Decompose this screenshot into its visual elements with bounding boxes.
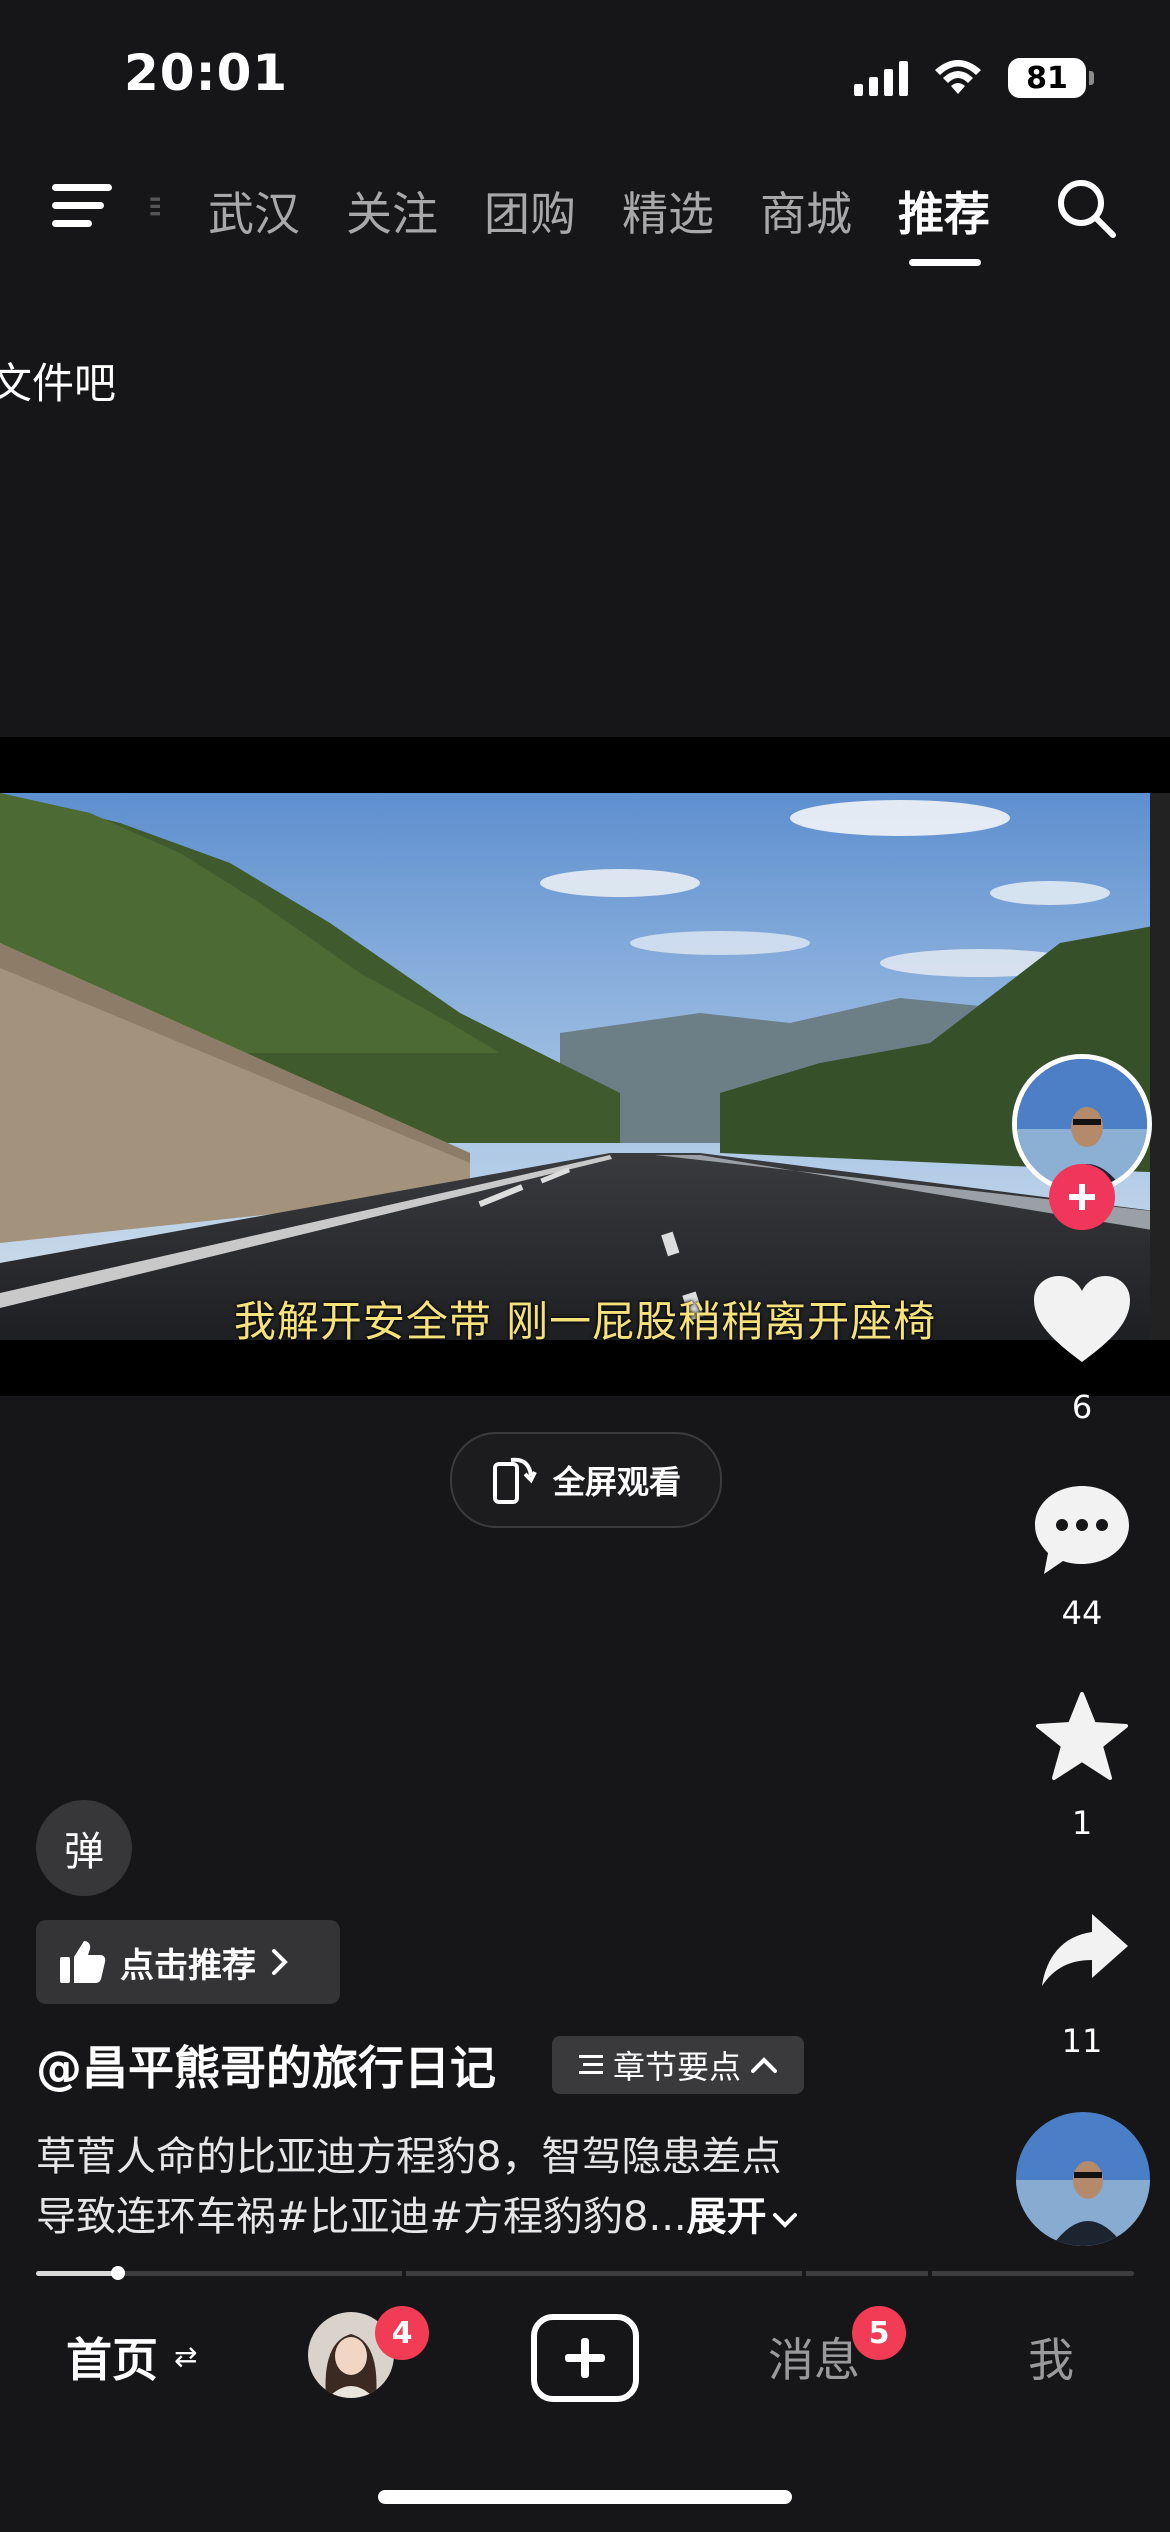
like-count: 6 bbox=[1071, 1388, 1093, 1426]
expand-button[interactable]: 展开 bbox=[687, 2194, 767, 2240]
author-name[interactable]: @昌平熊哥的旅行日记 bbox=[36, 2032, 496, 2098]
danmaku-toggle-button[interactable]: 弹 bbox=[36, 1800, 132, 1896]
chapter-divider bbox=[402, 2271, 406, 2276]
active-tab-indicator bbox=[909, 259, 981, 266]
road-scene-image bbox=[0, 793, 1170, 1340]
home-indicator bbox=[378, 2490, 792, 2504]
video-frame[interactable] bbox=[0, 793, 1170, 1340]
video-progress-bar[interactable] bbox=[36, 2271, 1134, 2276]
battery-level: 81 bbox=[1026, 60, 1068, 96]
tab-mall[interactable]: 商城 bbox=[760, 178, 852, 244]
recommend-button[interactable]: 点击推荐 bbox=[36, 1920, 340, 2004]
friends-badge: 4 bbox=[375, 2306, 429, 2360]
description-text: 导致连环车祸#比亚迪#方程豹豹8... bbox=[36, 2194, 687, 2240]
fullscreen-label: 全屏观看 bbox=[552, 1463, 681, 1501]
follow-button[interactable] bbox=[1049, 1164, 1115, 1230]
music-disc-avatar[interactable] bbox=[1016, 2112, 1150, 2246]
thumbs-up-icon bbox=[60, 1941, 106, 1983]
plus-icon bbox=[565, 2338, 605, 2378]
tab-recommend[interactable]: 推荐 bbox=[898, 178, 990, 244]
nav-messages[interactable]: 消息 bbox=[768, 2324, 860, 2390]
messages-badge: 5 bbox=[852, 2306, 906, 2360]
status-indicators: 81 bbox=[854, 54, 1094, 102]
rotate-screen-icon bbox=[492, 1457, 537, 1504]
favorite-count: 1 bbox=[1071, 1804, 1093, 1842]
chevron-right-icon bbox=[272, 1949, 288, 1975]
letterbox-top bbox=[0, 737, 1170, 793]
share-icon[interactable] bbox=[1040, 1910, 1130, 1990]
tab-featured[interactable]: 精选 bbox=[622, 178, 714, 244]
chevron-down-icon bbox=[772, 2213, 797, 2228]
description-line-1: 草菅人命的比亚迪方程豹8，智驾隐患差点 bbox=[36, 2134, 782, 2180]
menu-icon[interactable] bbox=[52, 178, 118, 234]
video-progress-knob[interactable] bbox=[111, 2266, 126, 2280]
nav-me[interactable]: 我 bbox=[1028, 2324, 1074, 2390]
swap-arrows-icon[interactable]: ⇄ bbox=[174, 2340, 197, 2373]
chapter-divider bbox=[928, 2271, 932, 2276]
signal-icon bbox=[854, 60, 908, 96]
list-icon bbox=[578, 2055, 603, 2074]
recommend-label: 点击推荐 bbox=[120, 1945, 256, 1986]
chapter-points-button[interactable]: 章节要点 bbox=[552, 2036, 804, 2094]
plus-icon bbox=[1069, 1184, 1095, 1210]
status-time: 20:01 bbox=[124, 44, 289, 102]
create-post-button[interactable] bbox=[531, 2314, 639, 2402]
favorite-star-icon[interactable] bbox=[1034, 1690, 1130, 1782]
video-subtitle: 我解开安全带 刚一屁股稍稍离开座椅 bbox=[233, 1297, 937, 1346]
tab-following[interactable]: 关注 bbox=[346, 178, 438, 244]
wifi-icon bbox=[935, 60, 981, 94]
overlay-partial-text: 文件吧 bbox=[0, 359, 117, 408]
chevron-up-icon bbox=[751, 2057, 777, 2073]
tab-group-buy[interactable]: 团购 bbox=[484, 178, 576, 244]
battery-icon: 81 bbox=[1008, 58, 1094, 98]
nav-home[interactable]: 首页 bbox=[66, 2324, 158, 2390]
share-count: 11 bbox=[1061, 2022, 1103, 2060]
heart-icon[interactable] bbox=[1032, 1274, 1132, 1364]
fullscreen-button[interactable]: 全屏观看 bbox=[450, 1432, 722, 1528]
description-line-2: 导致连环车祸#比亚迪#方程豹豹8...展开 bbox=[36, 2184, 799, 2242]
video-progress-fill bbox=[36, 2271, 119, 2276]
music-disc-photo bbox=[1016, 2112, 1150, 2246]
danmaku-label: 弹 bbox=[64, 1829, 104, 1875]
chapter-divider bbox=[802, 2271, 806, 2276]
search-icon[interactable] bbox=[1054, 176, 1118, 240]
comment-count: 44 bbox=[1061, 1594, 1103, 1632]
chapter-points-label: 章节要点 bbox=[612, 2048, 741, 2086]
nav-overflow-fade: ≡ bbox=[146, 182, 160, 230]
tab-wuhan[interactable]: 武汉 bbox=[208, 178, 300, 244]
comment-icon[interactable] bbox=[1032, 1482, 1132, 1578]
